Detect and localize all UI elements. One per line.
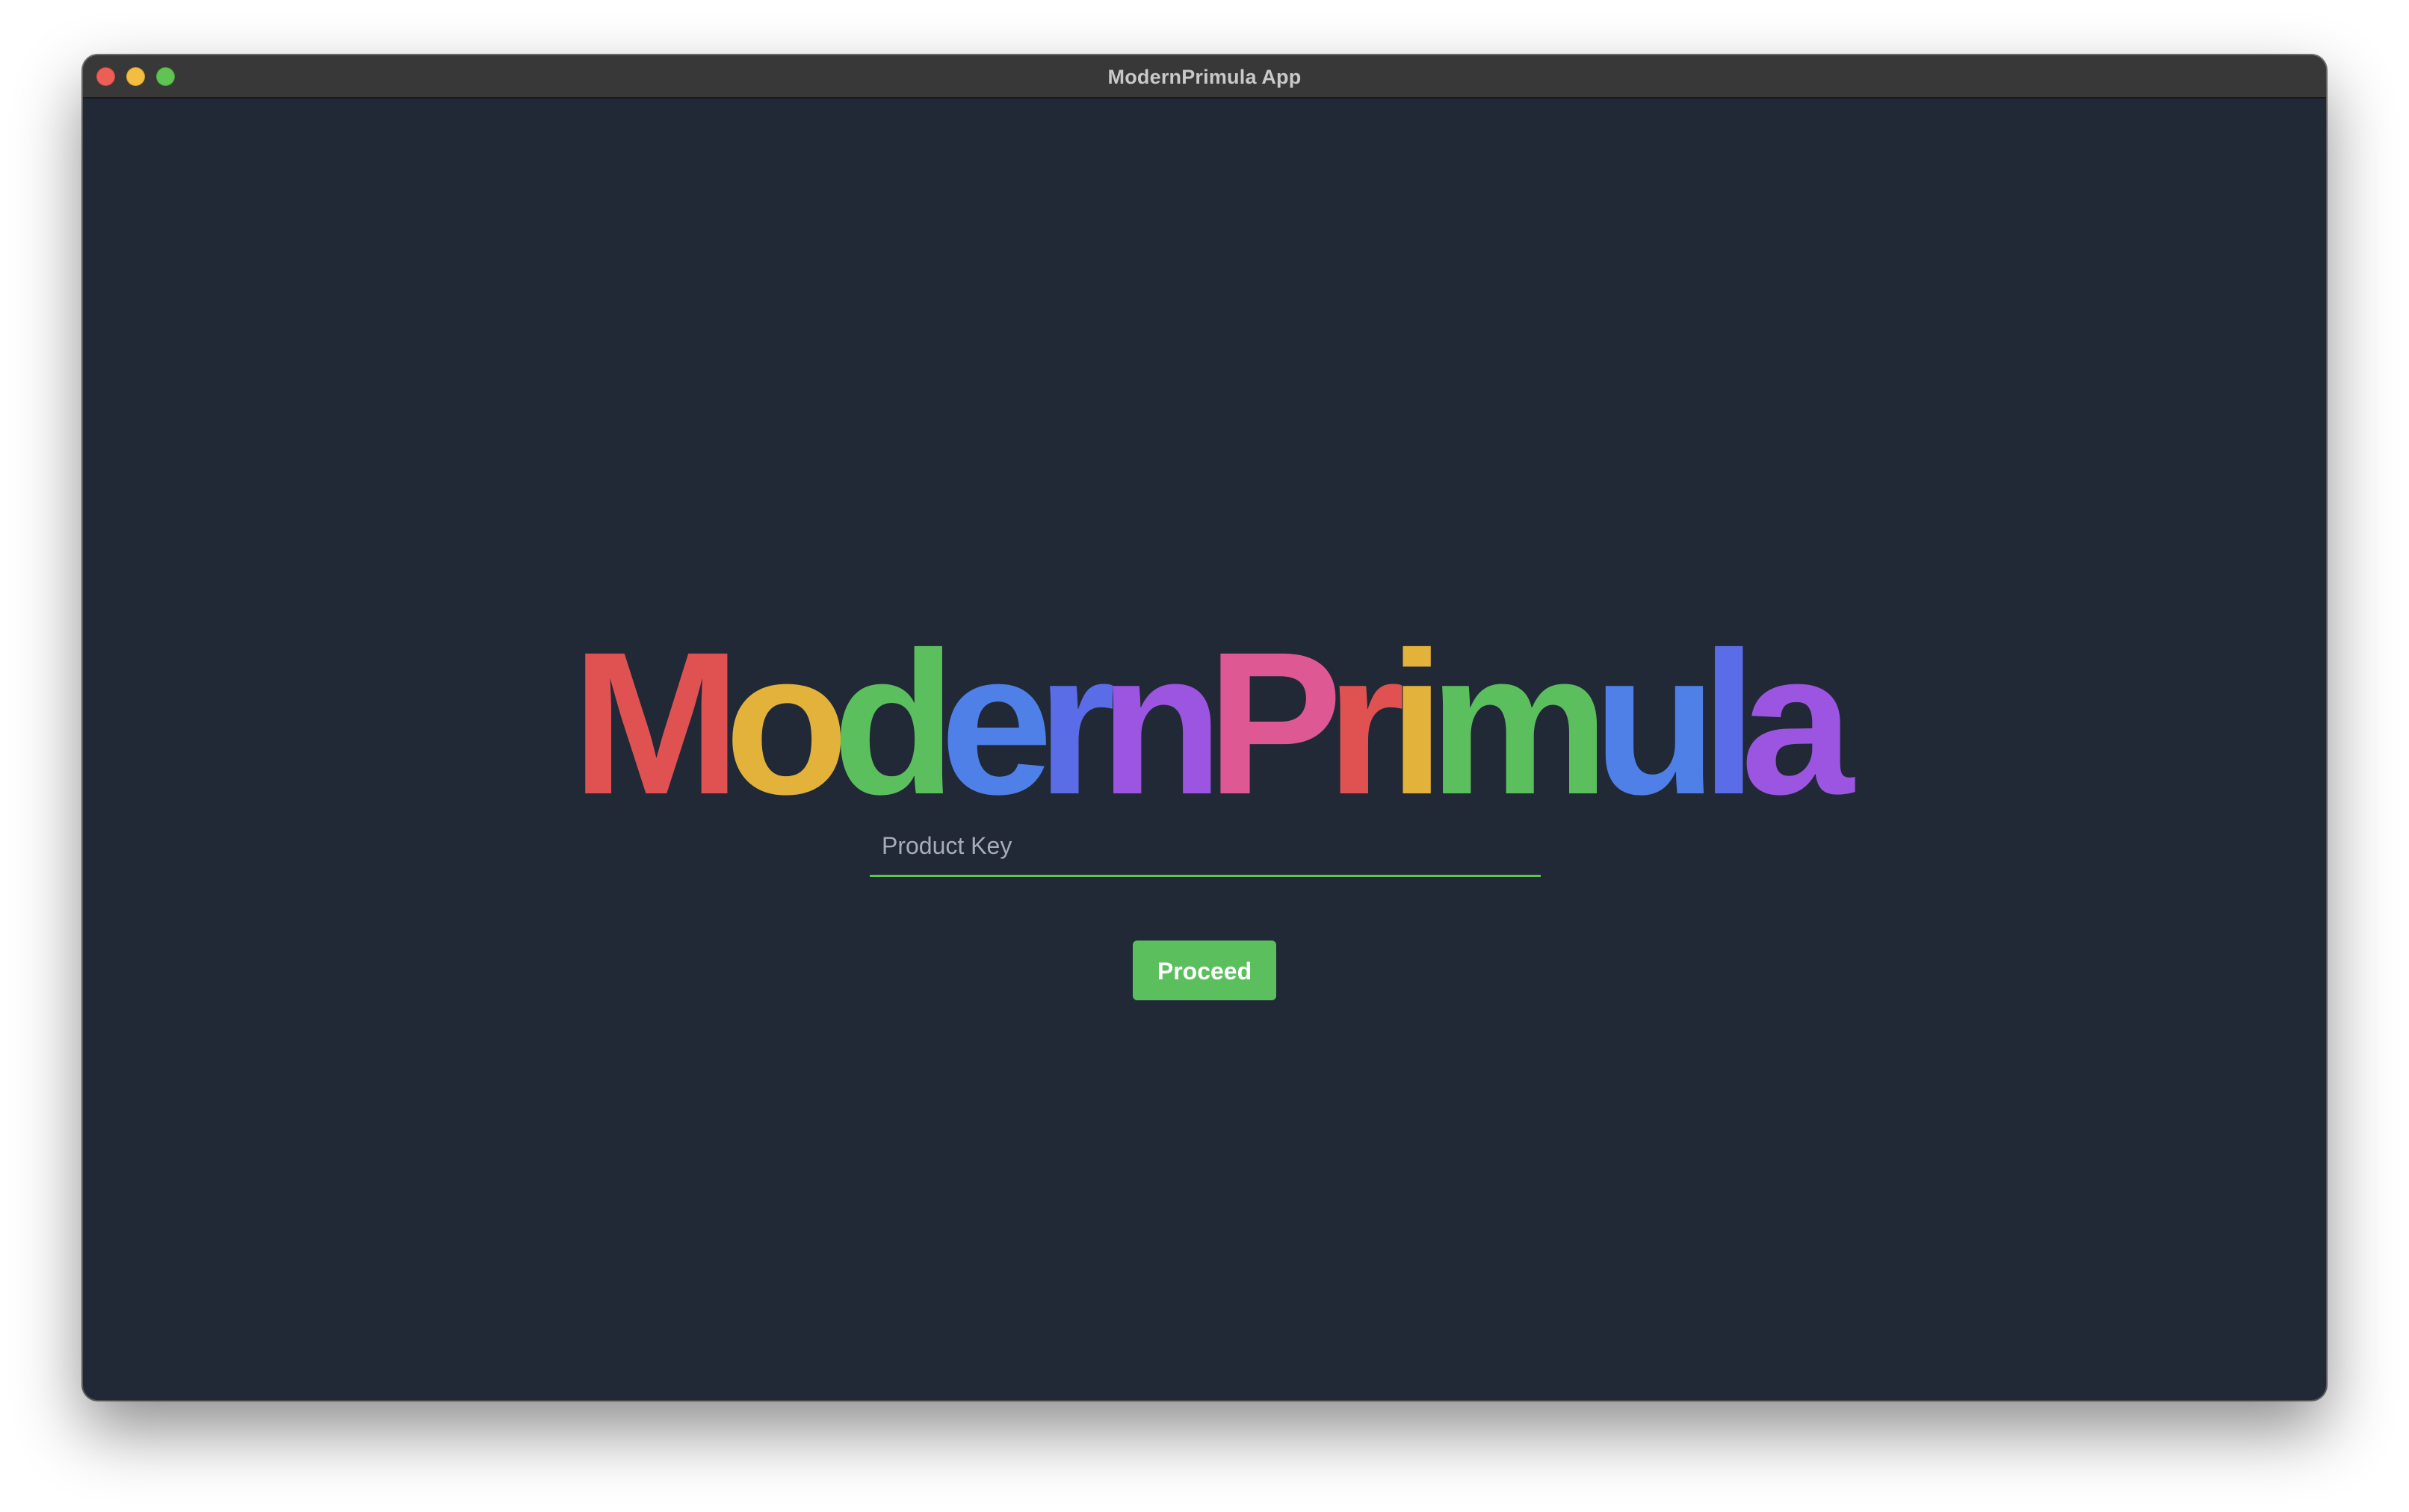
app-window: ModernPrimula App ModernPrimula Proceed: [83, 55, 2326, 1400]
logo-letter: r: [1326, 610, 1405, 837]
window-title: ModernPrimula App: [1107, 66, 1302, 88]
logo-letter: m: [1429, 610, 1609, 837]
app-logo: ModernPrimula: [83, 622, 2326, 825]
product-key-input[interactable]: [870, 817, 1541, 875]
logo-letter: i: [1388, 610, 1445, 837]
logo-letter: a: [1740, 610, 1854, 837]
logo-letter: r: [1036, 610, 1116, 837]
logo-letter: d: [832, 610, 956, 837]
logo-letter: e: [939, 610, 1053, 837]
logo-letter: P: [1207, 610, 1342, 837]
logo-letter: M: [572, 610, 741, 837]
product-key-field[interactable]: [870, 817, 1541, 877]
title-bar[interactable]: ModernPrimula App: [83, 55, 2326, 99]
logo-letter: n: [1099, 610, 1223, 837]
logo-letter: u: [1592, 610, 1717, 837]
logo-letter: o: [724, 610, 849, 837]
logo-letter: l: [1701, 610, 1757, 837]
main-content: ModernPrimula Proceed: [83, 99, 2326, 1400]
proceed-button[interactable]: Proceed: [1133, 941, 1276, 1000]
